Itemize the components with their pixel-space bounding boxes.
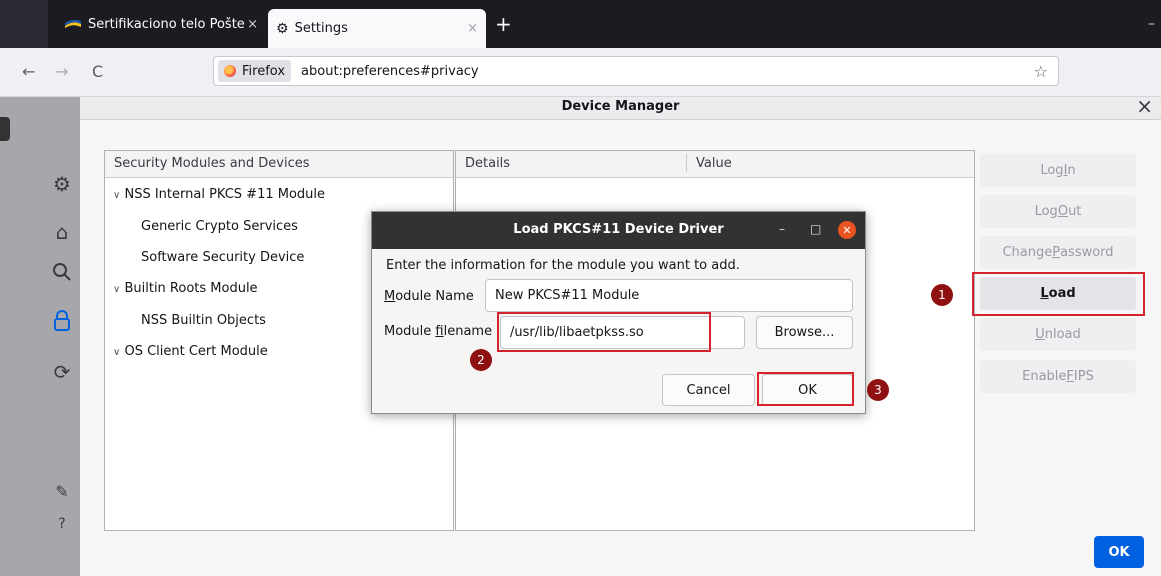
chevron-down-icon: ∨ [113, 190, 121, 201]
step-marker-2: 2 [470, 349, 492, 371]
highlight-load-button [972, 272, 1145, 316]
dialog-title: Load PKCS#11 Device Driver [513, 222, 724, 237]
extensions-icon[interactable]: ✎ [50, 482, 74, 501]
close-icon[interactable]: ✕ [838, 221, 856, 239]
new-tab-button[interactable]: + [495, 12, 512, 36]
highlight-filename-input [497, 312, 711, 352]
gear-icon: ⚙ [276, 20, 289, 37]
navigation-toolbar: ← → C Firefox about:preferences#privacy … [0, 48, 1161, 97]
column-divider [686, 154, 687, 172]
tab-sertifikaciono[interactable]: Sertifikaciono telo Pošte × [56, 6, 266, 42]
tree-item-generic-crypto[interactable]: Generic Crypto Services [141, 219, 298, 234]
tab-label: Settings [294, 21, 348, 36]
column-header-value[interactable]: Value [696, 156, 732, 171]
change-password-button[interactable]: Change Password [980, 236, 1136, 269]
cancel-button[interactable]: Cancel [662, 374, 755, 406]
unload-button[interactable]: Unload [980, 318, 1136, 351]
gutter-handle [0, 117, 10, 141]
site-favicon-icon [65, 19, 81, 28]
dialog-titlebar: Load PKCS#11 Device Driver – □ ✕ [372, 212, 865, 249]
device-manager-titlebar: Device Manager × [80, 94, 1161, 120]
module-filename-label: Module filename [384, 324, 493, 339]
maximize-icon[interactable]: □ [810, 222, 821, 236]
close-tab-icon[interactable]: × [247, 17, 258, 32]
module-name-label: Module Name [384, 289, 474, 304]
window-minimize-button[interactable]: – [1148, 16, 1155, 32]
tree-item-software-security[interactable]: Software Security Device [141, 250, 304, 265]
tab-label: Sertifikaciono telo Pošte [88, 16, 245, 32]
tree-item-builtin-roots[interactable]: ∨ Builtin Roots Module [113, 281, 258, 296]
enable-fips-button[interactable]: Enable F IPS [980, 360, 1136, 393]
search-icon[interactable] [50, 262, 74, 287]
help-icon[interactable]: ? [50, 516, 74, 532]
log-out-button[interactable]: Log Out [980, 195, 1136, 228]
url-text[interactable]: about:preferences#privacy [301, 64, 479, 79]
tab-settings[interactable]: ⚙ Settings × [268, 9, 486, 48]
url-bar[interactable]: Firefox about:preferences#privacy ☆ [213, 56, 1059, 86]
details-header: Details Value [456, 151, 974, 178]
home-icon[interactable]: ⌂ [50, 220, 74, 244]
tab-strip-padding [0, 0, 48, 48]
lock-icon[interactable] [50, 310, 74, 337]
step-marker-1: 1 [931, 284, 953, 306]
bookmark-star-icon[interactable]: ☆ [1034, 62, 1048, 81]
device-manager-ok-button[interactable]: OK [1094, 536, 1144, 568]
reload-icon[interactable]: C [92, 62, 103, 81]
highlight-ok-button [757, 372, 854, 406]
sync-icon[interactable]: ⟳ [50, 360, 74, 384]
forward-arrow-icon[interactable]: → [55, 62, 68, 81]
tree-item-nss-internal[interactable]: ∨ NSS Internal PKCS #11 Module [113, 187, 325, 202]
dialog-instruction: Enter the information for the module you… [386, 258, 740, 273]
browse-button[interactable]: Browse... [756, 316, 853, 349]
tree-item-os-client-cert[interactable]: ∨ OS Client Cert Module [113, 344, 268, 359]
tree-header: Security Modules and Devices [105, 151, 453, 178]
device-manager-title: Device Manager [561, 99, 680, 114]
identity-label: Firefox [242, 63, 286, 79]
firefox-logo-icon [224, 65, 236, 77]
gear-icon[interactable]: ⚙ [50, 172, 74, 196]
step-marker-3: 3 [867, 379, 889, 401]
close-icon[interactable]: × [1136, 94, 1153, 118]
chevron-down-icon: ∨ [113, 347, 121, 358]
module-name-input[interactable]: New PKCS#11 Module [485, 279, 853, 312]
close-tab-icon[interactable]: × [467, 21, 478, 36]
chevron-down-icon: ∨ [113, 284, 121, 295]
identity-box[interactable]: Firefox [218, 60, 292, 82]
log-in-button[interactable]: Log In [980, 154, 1136, 187]
column-header-modules[interactable]: Security Modules and Devices [114, 156, 310, 171]
back-arrow-icon[interactable]: ← [22, 62, 35, 81]
minimize-icon[interactable]: – [779, 222, 785, 236]
column-header-details[interactable]: Details [465, 156, 510, 171]
tab-strip: Sertifikaciono telo Pošte × ⚙ Settings ×… [0, 0, 1161, 48]
tree-item-nss-builtin-objects[interactable]: NSS Builtin Objects [141, 313, 266, 328]
